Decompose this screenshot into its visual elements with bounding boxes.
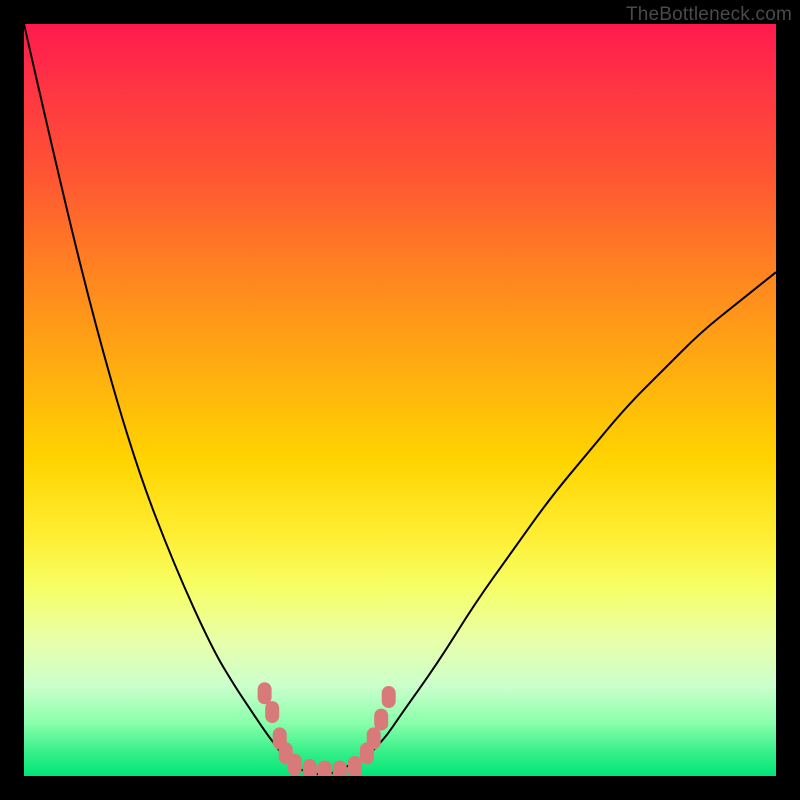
left-curve (24, 24, 325, 776)
marker-point (333, 761, 347, 777)
chart-svg (24, 24, 776, 776)
marker-point (318, 761, 332, 777)
marker-point (382, 686, 396, 708)
marker-point (258, 682, 272, 704)
marker-point (367, 727, 381, 749)
chart-area (24, 24, 776, 776)
marker-point (303, 759, 317, 776)
marker-group (258, 682, 396, 776)
marker-point (288, 754, 302, 776)
marker-point (374, 709, 388, 731)
marker-point (348, 756, 362, 776)
marker-point (265, 701, 279, 723)
watermark-text: TheBottleneck.com (626, 4, 792, 26)
